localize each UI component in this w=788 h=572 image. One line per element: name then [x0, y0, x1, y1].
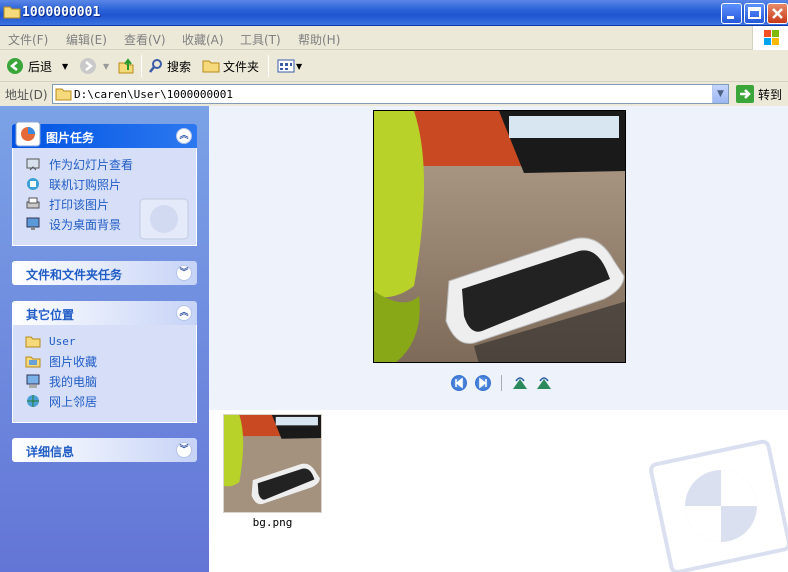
image-preview-area — [209, 106, 788, 410]
order-prints-icon — [27, 178, 39, 190]
thumbnail-bg-png[interactable] — [223, 414, 322, 513]
file-folder-tasks-title: 文件和文件夹任务 — [26, 268, 123, 282]
folder-icon — [3, 6, 21, 19]
menu-bar: 文件(F) 编辑(E) 查看(V) 收藏(A) 工具(T) 帮助(H) — [0, 26, 788, 50]
folders-button[interactable]: 文件夹 — [202, 56, 259, 76]
desktop-background-icon — [26, 217, 40, 230]
folder-icon — [55, 88, 72, 101]
menu-item-1[interactable]: 编辑(E) — [66, 31, 107, 48]
next-image-button[interactable] — [475, 375, 491, 391]
up-folder-icon — [118, 58, 134, 74]
views-grid-icon — [277, 59, 295, 73]
expand-down-icon[interactable]: ︾ — [176, 442, 192, 458]
thumbnail-label: bg.png — [252, 516, 293, 529]
printer-icon — [26, 197, 40, 209]
go-button[interactable]: 转到 — [736, 85, 782, 103]
place-network[interactable]: 网上邻居 — [25, 391, 196, 411]
my-pictures-icon — [25, 356, 41, 368]
folder-icon — [202, 60, 220, 73]
previous-image-button[interactable] — [451, 375, 467, 391]
go-label: 转到 — [758, 87, 783, 102]
picture-watermark-icon — [139, 198, 189, 240]
other-places-panel: 其它位置 ︽ User 图片收藏 我的电脑 网上邻居 — [12, 301, 197, 423]
maximize-icon — [748, 7, 761, 19]
forward-dropdown-icon[interactable]: ▼ — [103, 62, 109, 71]
details-header[interactable]: 详细信息 ︾ — [12, 438, 197, 462]
next-icon — [479, 377, 487, 389]
details-panel: 详细信息 ︾ — [12, 438, 197, 462]
place-my-pictures[interactable]: 图片收藏 — [25, 351, 196, 371]
back-label: 后退 — [28, 59, 53, 74]
filmstrip: bg.png — [209, 410, 788, 572]
computer-icon — [26, 374, 40, 388]
place-user[interactable]: User — [25, 331, 196, 351]
rotate-clockwise-icon — [513, 377, 527, 389]
menu-item-0[interactable]: 文件(F) — [8, 31, 48, 48]
collapse-up-icon[interactable]: ︽ — [176, 305, 192, 321]
close-icon — [772, 8, 783, 19]
picture-watermark-icon — [649, 439, 788, 572]
controls-divider — [501, 375, 502, 391]
slideshow-icon — [26, 158, 40, 171]
menu-item-4[interactable]: 工具(T) — [240, 31, 281, 48]
task-pane: 图片任务 ︽ 作为幻灯片查看 联机订购照片 打印该图片 设为桌面背景 文件和文件… — [0, 106, 209, 572]
go-arrow-icon — [736, 85, 754, 103]
task-slideshow[interactable]: 作为幻灯片查看 — [25, 154, 196, 174]
menu-item-5[interactable]: 帮助(H) — [298, 31, 340, 48]
preview-image — [373, 110, 626, 363]
task-order-prints[interactable]: 联机订购照片 — [25, 174, 196, 194]
views-dropdown-icon: ▼ — [296, 61, 303, 71]
place-my-computer[interactable]: 我的电脑 — [25, 371, 196, 391]
toolbar: 后退 ▼ ▼ 搜索 文件夹 ▼ — [0, 50, 788, 82]
network-icon — [27, 395, 39, 407]
previous-icon — [455, 377, 463, 389]
maximize-button[interactable] — [744, 3, 765, 24]
minimize-button[interactable] — [721, 3, 742, 24]
menu-item-2[interactable]: 查看(V) — [124, 31, 166, 48]
collapse-up-icon[interactable]: ︽ — [176, 128, 192, 144]
picture-tasks-icon — [15, 121, 41, 147]
preview-controls — [451, 375, 552, 391]
folders-label: 文件夹 — [223, 59, 260, 74]
back-button[interactable]: 后退 ▼ — [6, 56, 68, 76]
windows-logo-icon — [752, 26, 788, 50]
expand-down-icon[interactable]: ︾ — [176, 265, 192, 281]
address-bar: 地址(D) D:\caren\User\1000000001 ▼ 转到 — [0, 82, 788, 106]
close-button[interactable] — [767, 3, 788, 24]
folder-icon — [25, 336, 41, 348]
picture-tasks-header[interactable]: 图片任务 ︽ — [12, 121, 197, 148]
menu-item-3[interactable]: 收藏(A) — [182, 31, 224, 48]
forward-button[interactable]: ▼ — [79, 56, 109, 76]
window-title: 1000000001 — [22, 5, 101, 20]
minimize-icon — [727, 16, 734, 19]
search-icon — [149, 59, 162, 73]
address-label: 地址(D) — [5, 88, 48, 102]
file-folder-tasks-header[interactable]: 文件和文件夹任务 ︾ — [12, 261, 197, 285]
title-bar: 1000000001 — [0, 0, 788, 26]
rotate-counterclockwise-button[interactable] — [536, 375, 552, 391]
search-label: 搜索 — [167, 59, 192, 74]
address-path: D:\caren\User\1000000001 — [74, 88, 233, 101]
address-dropdown-icon[interactable]: ▼ — [712, 85, 728, 103]
picture-tasks-panel: 图片任务 ︽ 作为幻灯片查看 联机订购照片 打印该图片 设为桌面背景 — [12, 121, 197, 246]
rotate-clockwise-button[interactable] — [512, 375, 528, 391]
file-folder-tasks-panel: 文件和文件夹任务 ︾ — [12, 261, 197, 285]
back-arrow-icon — [7, 58, 23, 74]
back-dropdown-icon[interactable]: ▼ — [62, 62, 68, 71]
forward-arrow-icon — [80, 58, 96, 74]
up-folder-button[interactable] — [117, 56, 135, 76]
address-input[interactable]: D:\caren\User\1000000001 ▼ — [52, 84, 729, 104]
other-places-title: 其它位置 — [26, 308, 75, 322]
picture-tasks-title: 图片任务 — [46, 131, 95, 145]
views-button[interactable]: ▼ — [277, 56, 302, 76]
other-places-header[interactable]: 其它位置 ︽ — [12, 301, 197, 325]
search-button[interactable]: 搜索 — [148, 56, 191, 76]
details-title: 详细信息 — [26, 445, 75, 459]
rotate-counterclockwise-icon — [537, 377, 551, 389]
